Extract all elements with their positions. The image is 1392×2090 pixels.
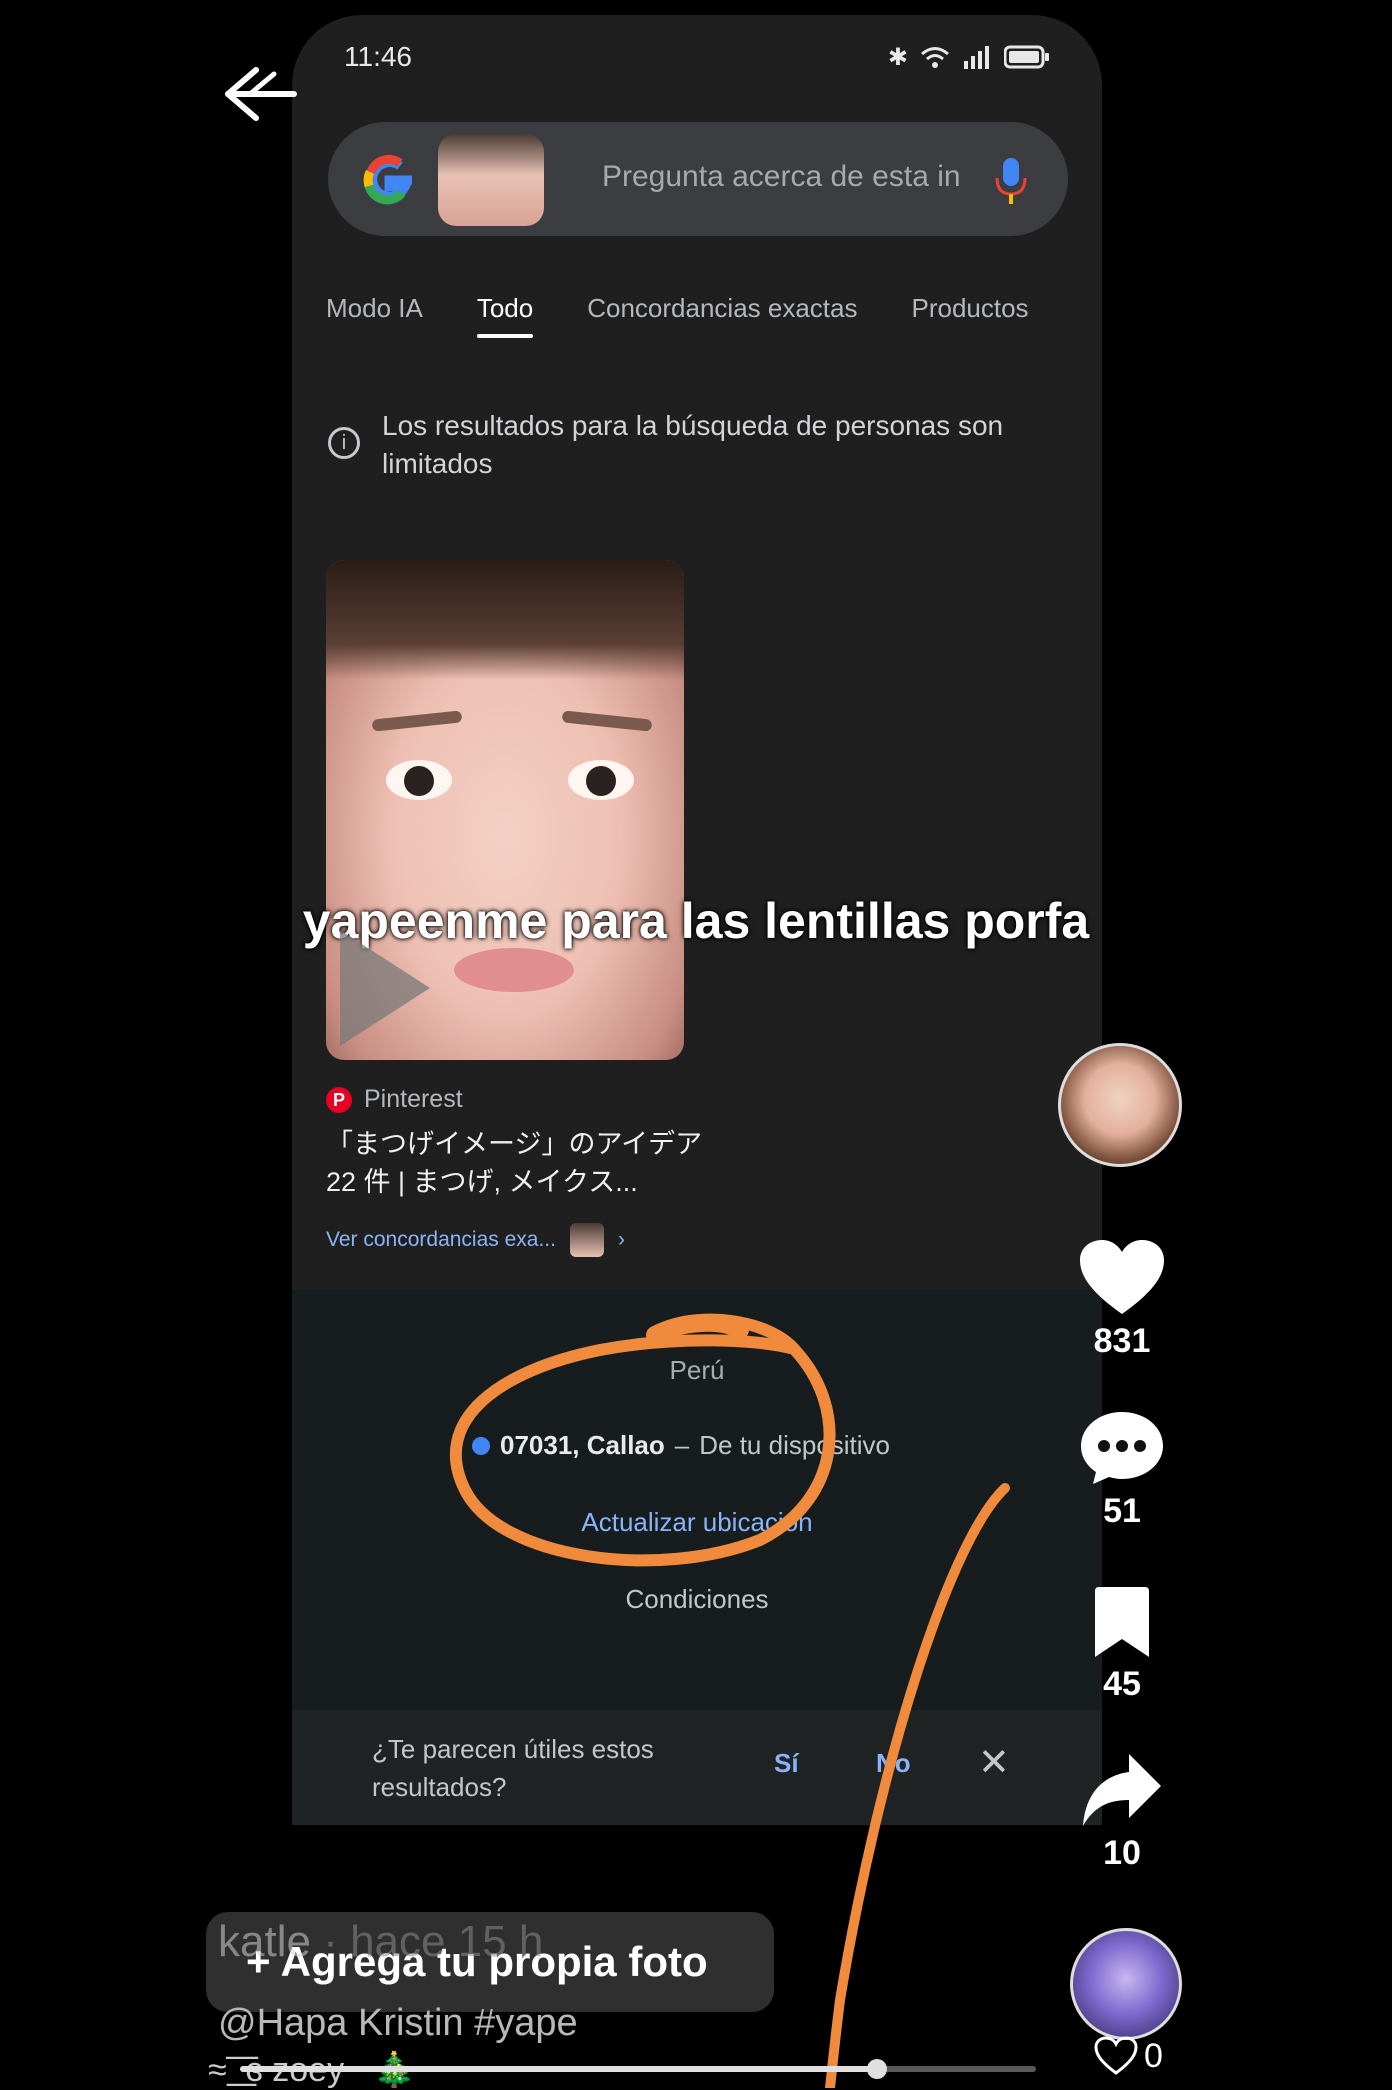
share-count: 10 bbox=[1103, 1834, 1141, 1872]
like-count: 831 bbox=[1093, 1322, 1151, 1360]
tab-todo[interactable]: Todo bbox=[476, 293, 534, 338]
play-icon bbox=[340, 930, 430, 1046]
heart-icon bbox=[1080, 1240, 1164, 1314]
sound-disc-avatar[interactable] bbox=[1070, 1928, 1182, 2040]
result-title[interactable]: 「まつげイメージ」のアイデア 22 件 | まつげ, メイクス... bbox=[326, 1125, 706, 1201]
bookmark-icon bbox=[1095, 1587, 1149, 1657]
tab-modo-ia[interactable]: Modo IA bbox=[326, 293, 423, 336]
comment-time: · hace 15 h bbox=[323, 1917, 544, 1966]
exact-matches-label: Ver concordancias exa... bbox=[326, 1228, 556, 1251]
comment-like[interactable]: 0 bbox=[1094, 2036, 1163, 2076]
mic-icon[interactable] bbox=[994, 156, 1028, 206]
people-search-notice: i Los resultados para la búsqueda de per… bbox=[328, 407, 1068, 483]
save-count: 45 bbox=[1103, 1665, 1141, 1703]
result-source[interactable]: P Pinterest bbox=[326, 1085, 463, 1114]
update-location-link[interactable]: Actualizar ubicación bbox=[292, 1507, 1102, 1538]
feedback-bar: ¿Te parecen útiles estos resultados? Sí … bbox=[292, 1710, 1102, 1825]
share-button[interactable]: 10 bbox=[1072, 1752, 1172, 1873]
terms-link[interactable]: Condiciones bbox=[292, 1584, 1102, 1615]
comment-count: 51 bbox=[1103, 1492, 1141, 1530]
share-arrow-icon bbox=[1083, 1754, 1161, 1826]
google-logo-icon bbox=[363, 154, 413, 205]
video-caption: @Hapa Kristin #yape bbox=[218, 2002, 578, 2044]
heart-outline-icon bbox=[1094, 2036, 1138, 2075]
location-dot-icon bbox=[472, 1436, 490, 1455]
feedback-yes-button[interactable]: Sí bbox=[774, 1748, 799, 1779]
like-button[interactable]: 831 bbox=[1072, 1238, 1172, 1361]
comment-button[interactable]: 51 bbox=[1072, 1410, 1172, 1531]
result-tabs: Modo IA Todo Concordancias exactas Produ… bbox=[326, 293, 1086, 338]
status-icons: ✱ bbox=[888, 43, 1050, 72]
back-arrow-icon[interactable] bbox=[216, 58, 300, 128]
status-bar: 11:46 ✱ bbox=[344, 37, 1050, 77]
progress-knob[interactable] bbox=[866, 2059, 887, 2079]
exact-matches-link[interactable]: Ver concordancias exa... › bbox=[326, 1223, 625, 1257]
result-source-name: Pinterest bbox=[364, 1085, 463, 1113]
comment-like-count: 0 bbox=[1144, 2036, 1163, 2075]
lens-search-bar[interactable]: Pregunta acerca de esta in bbox=[328, 122, 1068, 236]
query-image-thumbnail[interactable] bbox=[438, 134, 544, 226]
comment-icon bbox=[1081, 1412, 1163, 1484]
bluetooth-icon: ✱ bbox=[887, 43, 908, 71]
location-footer: Perú 07031, Callao – De tu dispositivo A… bbox=[292, 1290, 1102, 1710]
location-code: 07031, Callao bbox=[500, 1430, 665, 1460]
chevron-right-icon: › bbox=[617, 1228, 625, 1251]
match-thumbnail bbox=[569, 1223, 604, 1257]
info-icon: i bbox=[328, 427, 360, 459]
search-input[interactable]: Pregunta acerca de esta in bbox=[602, 160, 961, 194]
tab-concordancias-exactas[interactable]: Concordancias exactas bbox=[587, 293, 857, 336]
video-overlay-text: yapeenme para las lentillas porfa bbox=[302, 893, 1090, 949]
close-icon[interactable]: ✕ bbox=[978, 1740, 1010, 1785]
location-separator: – bbox=[674, 1430, 690, 1460]
wifi-icon bbox=[921, 47, 949, 68]
footer-country: Perú bbox=[669, 1355, 725, 1385]
tab-productos[interactable]: Productos bbox=[911, 293, 1028, 336]
progress-fill bbox=[240, 2066, 877, 2072]
pinterest-icon: P bbox=[326, 1086, 352, 1113]
save-button[interactable]: 45 bbox=[1072, 1585, 1172, 1704]
feedback-no-button[interactable]: No bbox=[876, 1748, 911, 1779]
location-source: De tu dispositivo bbox=[699, 1430, 891, 1460]
creator-avatar[interactable] bbox=[1058, 1043, 1182, 1167]
feedback-question: ¿Te parecen útiles estos resultados? bbox=[372, 1734, 654, 1802]
notice-text: Los resultados para la búsqueda de perso… bbox=[382, 410, 1004, 479]
comment-author: katle · hace 15 h bbox=[218, 1917, 543, 1967]
signal-icon bbox=[964, 46, 989, 69]
comment-author-name: katle bbox=[218, 1917, 311, 1966]
battery-icon bbox=[1004, 45, 1049, 69]
footer-location: 07031, Callao – De tu dispositivo bbox=[472, 1430, 890, 1461]
video-progress-bar[interactable] bbox=[240, 2059, 1036, 2079]
status-time: 11:46 bbox=[344, 41, 412, 72]
